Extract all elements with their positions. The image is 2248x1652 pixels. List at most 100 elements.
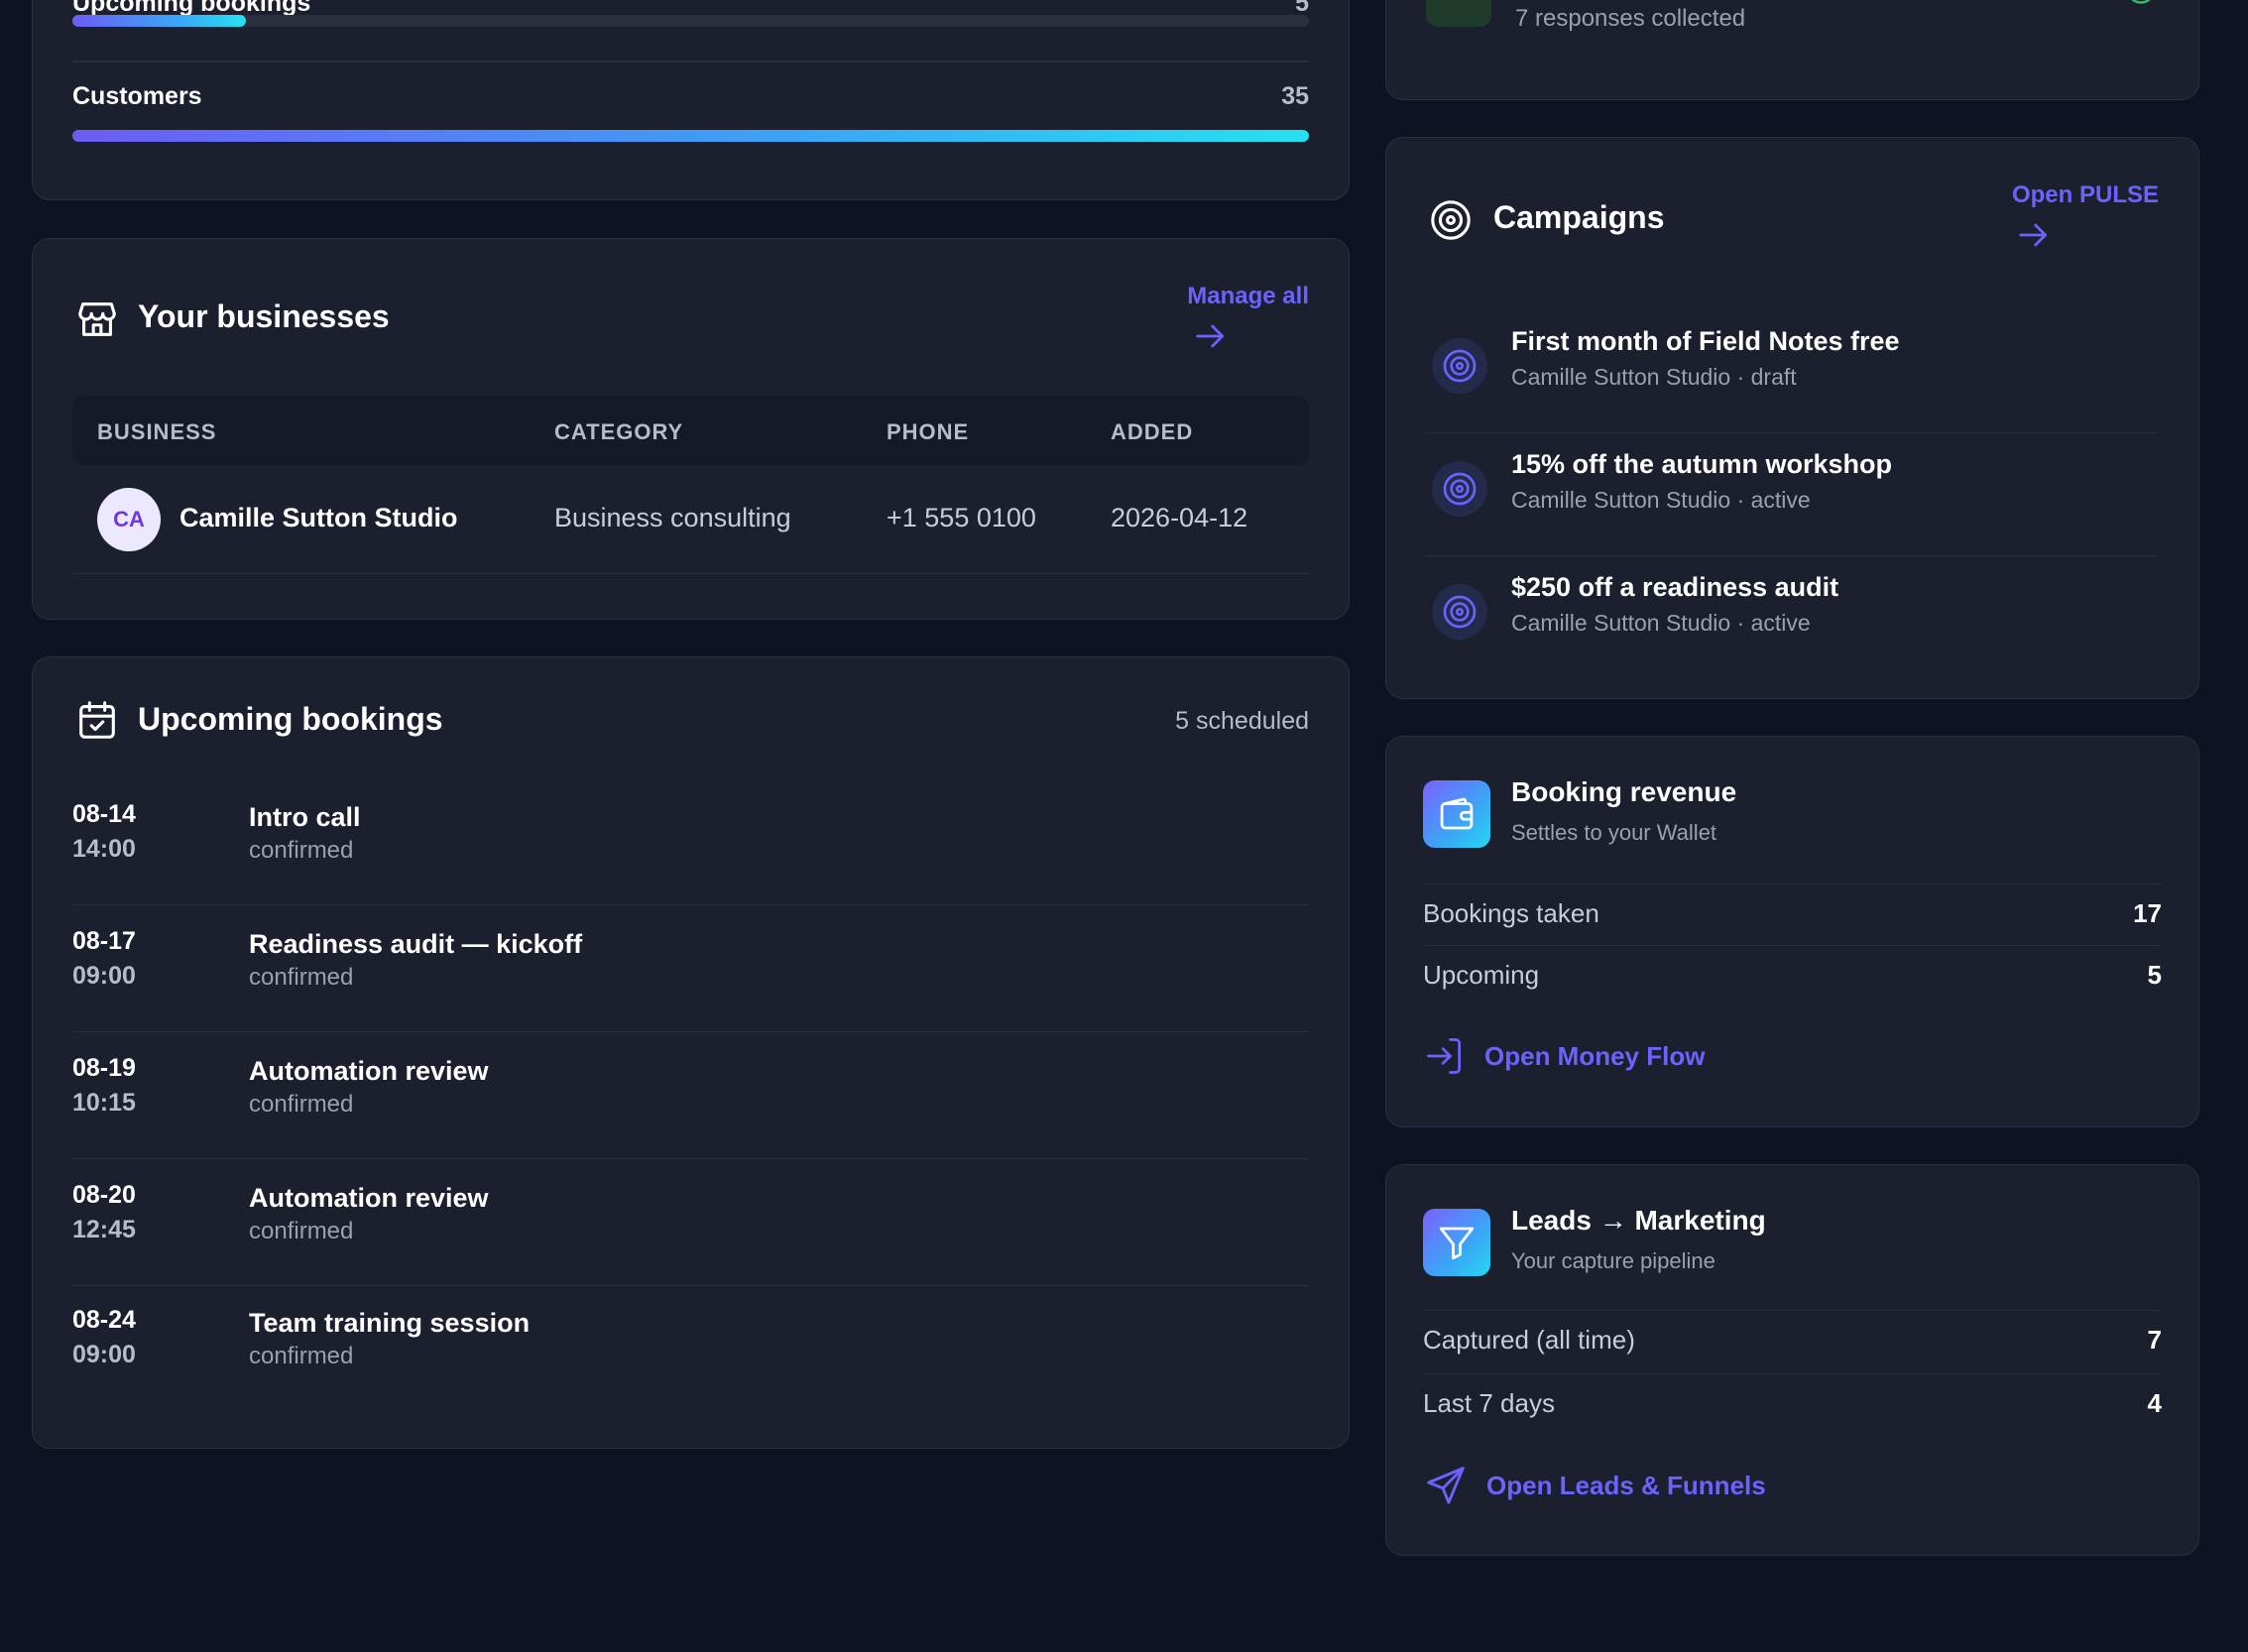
booking-status: confirmed [249, 1343, 354, 1369]
manage-all-label: Manage all [1187, 283, 1309, 309]
progress-row-upcoming: Upcoming bookings 5 [72, 0, 1309, 35]
stat-value: 7 [2147, 1325, 2162, 1355]
bookings-count: 5 scheduled [1175, 707, 1309, 735]
booking-status: confirmed [249, 1218, 354, 1244]
list-item[interactable]: 08-24 09:00 Team training session confir… [72, 1284, 1309, 1411]
booking-title: Intro call [249, 802, 361, 832]
stat-row: Last 7 days 4 [1423, 1373, 2162, 1435]
check-circle-icon [2123, 0, 2159, 12]
list-item[interactable]: 08-14 14:00 Intro call confirmed [72, 778, 1309, 905]
stat-value: 17 [2133, 898, 2162, 928]
stat-row: Bookings taken 17 [1423, 884, 2162, 945]
booking-date: 08-20 [72, 1181, 136, 1209]
progress-fill [72, 15, 246, 27]
leads-subtitle: Your capture pipeline [1511, 1248, 1716, 1273]
divider [72, 60, 1309, 62]
target-icon [1432, 338, 1487, 394]
stat-value: 5 [2147, 960, 2162, 990]
stats-progress-card: Upcoming bookings 5 Customers 35 [32, 0, 1350, 200]
open-leads-funnels-link[interactable]: Open Leads & Funnels [1423, 1463, 1766, 1508]
progress-row-customers: Customers 35 [72, 82, 1309, 142]
stat-label: Last 7 days [1423, 1388, 1555, 1418]
funnel-icon [1423, 1209, 1490, 1276]
campaigns-card: Campaigns Open PULSE First month of Fiel… [1385, 137, 2199, 699]
booking-time: 10:15 [72, 1089, 136, 1117]
table-row[interactable]: CA Camille Sutton Studio Business consul… [72, 465, 1309, 574]
booking-title: Team training session [249, 1308, 531, 1338]
stat-label: Upcoming [1423, 960, 1540, 990]
avatar: CA [97, 488, 161, 551]
progress-track [72, 130, 1309, 142]
progress-fill [72, 130, 1309, 142]
businesses-card: Your businesses Manage all BUSINESS CATE… [32, 238, 1350, 620]
booking-date: 08-19 [72, 1054, 136, 1082]
campaign-subtitle: Camille Sutton Studio · draft [1511, 364, 1797, 390]
list-item[interactable]: 08-20 12:45 Automation review confirmed [72, 1159, 1309, 1286]
booking-status: confirmed [249, 964, 354, 991]
campaign-subtitle: Camille Sutton Studio · active [1511, 487, 1811, 513]
campaigns-title: Campaigns [1493, 199, 1665, 235]
open-pulse-link[interactable]: Open PULSE [2012, 181, 2159, 262]
list-item[interactable]: $250 off a readiness audit Camille Sutto… [1426, 556, 2159, 679]
revenue-title: Booking revenue [1511, 776, 1737, 807]
progress-value: 35 [1281, 82, 1309, 110]
open-pulse-label: Open PULSE [2011, 181, 2159, 208]
stat-row: Captured (all time) 7 [1423, 1310, 2162, 1371]
campaign-title: First month of Field Notes free [1511, 326, 1900, 356]
businesses-title: Your businesses [138, 298, 390, 334]
stat-value: 4 [2147, 1388, 2162, 1418]
campaign-subtitle: Camille Sutton Studio · active [1511, 610, 1811, 636]
calendar-check-icon [74, 697, 120, 748]
leads-title: Leads → Marketing [1511, 1205, 1766, 1236]
stat-label: Captured (all time) [1423, 1325, 1635, 1355]
list-item[interactable]: 15% off the autumn workshop Camille Sutt… [1426, 433, 2159, 556]
manage-all-link[interactable]: Manage all [1187, 283, 1309, 363]
booking-title: Automation review [249, 1056, 489, 1086]
business-category: Business consulting [554, 503, 791, 532]
booking-date: 08-24 [72, 1306, 136, 1334]
arrow-right-icon [2019, 223, 2047, 247]
leads-marketing-card: Leads → Marketing Your capture pipeline … [1385, 1164, 2199, 1556]
booking-time: 09:00 [72, 1341, 136, 1368]
booking-revenue-card: Booking revenue Settles to your Wallet B… [1385, 736, 2199, 1127]
booking-status: confirmed [249, 837, 354, 864]
column-header: ADDED [1111, 419, 1194, 444]
booking-title: Readiness audit — kickoff [249, 929, 583, 959]
column-header: PHONE [887, 419, 970, 444]
column-header: BUSINESS [97, 419, 217, 444]
business-name[interactable]: Camille Sutton Studio [179, 503, 458, 533]
target-icon [1428, 197, 1474, 248]
business-added: 2026-04-12 [1111, 503, 1248, 532]
list-item[interactable]: 08-19 10:15 Automation review confirmed [72, 1032, 1309, 1159]
bookings-card: Upcoming bookings 5 scheduled 08-14 14:0… [32, 656, 1350, 1449]
open-money-flow-link[interactable]: Open Money Flow [1423, 1034, 1705, 1078]
target-icon [1432, 461, 1487, 517]
revenue-subtitle: Settles to your Wallet [1511, 820, 1717, 845]
campaign-title: $250 off a readiness audit [1511, 572, 1839, 602]
business-phone: +1 555 0100 [887, 503, 1036, 532]
wallet-icon [1423, 780, 1490, 848]
column-header: CATEGORY [554, 419, 684, 444]
send-icon [1427, 1467, 1465, 1504]
booking-date: 08-17 [72, 927, 136, 955]
storefront-icon [74, 296, 120, 347]
stat-row: Upcoming 5 [1423, 945, 2162, 1006]
booking-time: 09:00 [72, 962, 136, 990]
progress-label: Customers [72, 82, 202, 110]
booking-title: Automation review [249, 1183, 489, 1213]
progress-track [72, 15, 1309, 27]
arrow-right-icon [1196, 324, 1225, 348]
booking-time: 14:00 [72, 835, 136, 863]
businesses-table-header: BUSINESS CATEGORY PHONE ADDED [72, 396, 1309, 465]
booking-date: 08-14 [72, 800, 136, 828]
list-item[interactable]: 08-17 09:00 Readiness audit — kickoff co… [72, 905, 1309, 1032]
booking-status: confirmed [249, 1091, 354, 1118]
open-leads-funnels-label: Open Leads & Funnels [1486, 1470, 1766, 1500]
stat-label: Bookings taken [1423, 898, 1599, 928]
responses-subtitle: 7 responses collected [1515, 5, 1746, 32]
responses-card: 7 responses collected [1385, 0, 2199, 100]
log-in-arrow-icon [1427, 1038, 1462, 1074]
list-item[interactable]: First month of Field Notes free Camille … [1426, 310, 2159, 433]
target-icon [1432, 584, 1487, 640]
bookings-title: Upcoming bookings [138, 701, 443, 737]
